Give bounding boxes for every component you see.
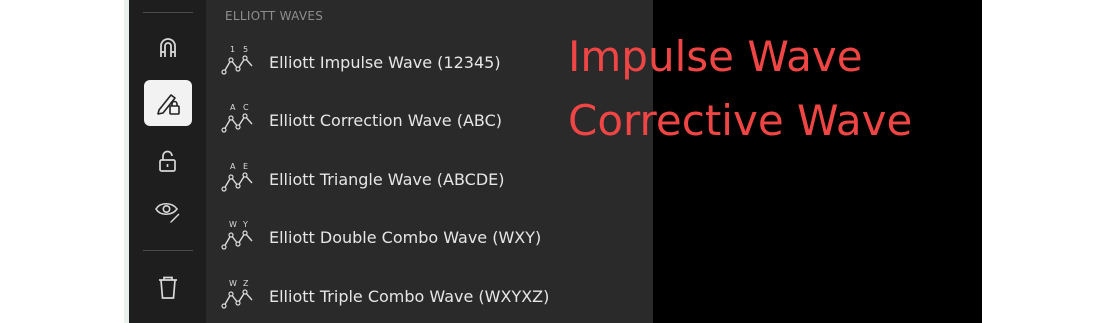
lock-drawing-icon [157,94,180,115]
icon-end-label: Z [243,279,249,288]
annotation-impulse-wave: Impulse Wave [568,32,863,81]
wave-label: Elliott Correction Wave (ABC) [269,111,503,130]
icon-end-label: C [243,103,249,112]
wave-label: Elliott Triangle Wave (ABCDE) [269,170,505,189]
eye-drawing-icon [155,202,180,223]
wave-label: Elliott Double Combo Wave (WXY) [269,228,542,247]
icon-end-label: E [243,162,248,171]
screen: ELLIOTT WAVES 1 5 Elliott Impulse Wave (… [0,0,1109,323]
elliott-wave-icon: 1 5 [221,45,253,75]
icon-start-label: W [229,220,237,229]
trash-icon [159,276,177,299]
list-item-triple-combo-wave[interactable]: W Z Elliott Triple Combo Wave (WXYXZ) [206,276,653,316]
wave-label: Elliott Impulse Wave (12345) [269,53,501,72]
elliott-wave-icon: A E [221,162,253,192]
drawing-toolbar [129,0,206,323]
unlock-button[interactable] [144,138,192,184]
remove-drawings-button[interactable] [144,264,192,310]
elliott-wave-icon: W Z [221,279,253,309]
magnet-icon [160,38,176,57]
hide-drawings-button[interactable] [144,188,192,234]
elliott-wave-icon: W Y [221,220,253,250]
wave-label: Elliott Triple Combo Wave (WXYXZ) [269,287,550,306]
panel-heading: ELLIOTT WAVES [225,9,324,23]
list-item-double-combo-wave[interactable]: W Y Elliott Double Combo Wave (WXY) [206,217,653,257]
annotation-corrective-wave: Corrective Wave [568,96,913,145]
icon-start-label: 1 [230,45,235,54]
unlock-icon [159,150,176,172]
icon-start-label: A [230,103,236,112]
elliott-wave-icon: A C [221,103,253,133]
lock-drawing-button[interactable] [144,80,192,126]
toolbar-divider [143,250,193,251]
icon-start-label: W [229,279,237,288]
icon-start-label: A [230,162,236,171]
toolbar-divider [143,12,193,13]
list-item-triangle-wave[interactable]: A E Elliott Triangle Wave (ABCDE) [206,159,653,199]
icon-end-label: 5 [243,45,248,54]
magnet-button[interactable] [144,24,192,70]
icon-end-label: Y [242,220,248,229]
